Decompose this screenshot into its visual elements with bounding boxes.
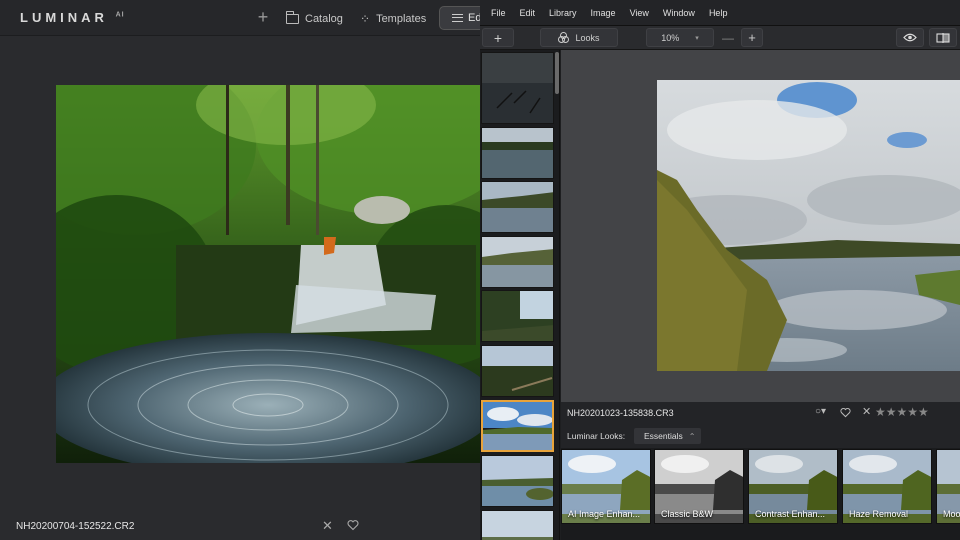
filmstrip (480, 50, 560, 540)
preset-label: Moo (943, 509, 960, 519)
preview-toggle-button[interactable] (896, 28, 924, 47)
toolbar: + Looks 10% ▾ — + (480, 26, 960, 50)
filmstrip-thumb[interactable] (481, 127, 554, 179)
luminar-image-filename: NH20200704-152522.CR2 (16, 521, 135, 532)
menu-bar: File Edit Library Image View Window Help (480, 0, 960, 26)
reject-icon[interactable]: ✕ (862, 405, 871, 418)
nav-templates[interactable]: ⁘ Templates (360, 10, 426, 28)
add-photos-button[interactable]: + (254, 7, 272, 27)
looks-category-value: Essentials (644, 431, 683, 441)
folder-icon (285, 11, 299, 24)
preset-label: Haze Removal (849, 509, 909, 519)
main-preview-area (561, 50, 960, 402)
looks-category-label: Luminar Looks: (567, 431, 626, 441)
zoom-out-button[interactable]: — (718, 28, 738, 47)
image-info-bar: NH20201023-135838.CR3 ○▾ ✕ ★★★★★ (561, 402, 960, 424)
heart-icon[interactable] (840, 407, 851, 418)
waterfall-photo[interactable] (56, 85, 480, 463)
looks-category-dropdown[interactable]: Essentials ⌃ (634, 428, 701, 444)
sliders-icon (452, 14, 463, 22)
menu-library[interactable]: Library (542, 8, 584, 18)
compare-button[interactable] (929, 28, 957, 47)
flag-icon[interactable]: ○▾ (815, 406, 826, 417)
image-filename: NH20201023-135838.CR3 (567, 408, 674, 418)
looks-preset-strip: AI Image Enhan... Classic B&W Contrast E… (561, 448, 960, 540)
looks-label: Looks (575, 32, 600, 43)
luminar-topbar: LUMINAR AI + Catalog ⁘ Templates Ed (0, 0, 499, 36)
close-icon[interactable]: ✕ (322, 518, 333, 534)
zoom-in-button[interactable]: + (741, 28, 763, 47)
filmstrip-scrollbar[interactable] (555, 52, 559, 94)
chevron-up-icon: ⌃ (688, 431, 696, 441)
filmstrip-thumb-selected[interactable] (481, 400, 554, 452)
filmstrip-thumb[interactable] (481, 236, 554, 288)
filmstrip-thumb[interactable] (481, 455, 554, 507)
compare-icon (936, 32, 950, 43)
lake-photo[interactable] (657, 80, 960, 371)
add-button[interactable]: + (482, 28, 514, 47)
preset-label: Contrast Enhan... (755, 509, 826, 519)
star-rating[interactable]: ★★★★★ (875, 405, 929, 419)
preset-label: AI Image Enhan... (568, 509, 641, 519)
sparkle-icon: ⁘ (360, 12, 371, 26)
looks-category-row: Luminar Looks: Essentials ⌃ (561, 424, 960, 448)
menu-file[interactable]: File (484, 8, 513, 18)
looks-icon (558, 31, 570, 44)
menu-edit[interactable]: Edit (513, 8, 543, 18)
preset-label: Classic B&W (661, 509, 714, 519)
menu-window[interactable]: Window (656, 8, 702, 18)
preset-card[interactable]: Classic B&W (654, 449, 744, 524)
zoom-value: 10% (661, 32, 680, 43)
zoom-select[interactable]: 10% ▾ (646, 28, 714, 47)
nav-catalog[interactable]: Catalog (285, 10, 343, 28)
looks-button[interactable]: Looks (540, 28, 618, 47)
luminar-logo: LUMINAR AI (20, 10, 125, 25)
preset-card[interactable]: Moo (936, 449, 960, 524)
menu-image[interactable]: Image (584, 8, 623, 18)
filmstrip-thumb[interactable] (481, 345, 554, 397)
host-app-window: File Edit Library Image View Window Help… (480, 0, 960, 540)
eye-icon (903, 33, 917, 42)
filmstrip-thumb[interactable] (481, 52, 554, 124)
preset-card[interactable]: AI Image Enhan... (561, 449, 651, 524)
menu-view[interactable]: View (623, 8, 656, 18)
filmstrip-thumb[interactable] (481, 290, 554, 342)
luminar-window: LUMINAR AI + Catalog ⁘ Templates Ed NH20… (0, 0, 499, 540)
filmstrip-thumb[interactable] (481, 181, 554, 233)
desktop: LUMINAR AI + Catalog ⁘ Templates Ed NH20… (0, 0, 960, 540)
preset-card[interactable]: Contrast Enhan... (748, 449, 838, 524)
menu-help[interactable]: Help (702, 8, 735, 18)
heart-icon[interactable] (347, 519, 359, 531)
nav-catalog-label: Catalog (305, 13, 343, 25)
nav-templates-label: Templates (376, 13, 427, 25)
filmstrip-thumb[interactable] (481, 510, 554, 540)
preset-card[interactable]: Haze Removal (842, 449, 932, 524)
chevron-down-icon: ▾ (695, 34, 699, 42)
